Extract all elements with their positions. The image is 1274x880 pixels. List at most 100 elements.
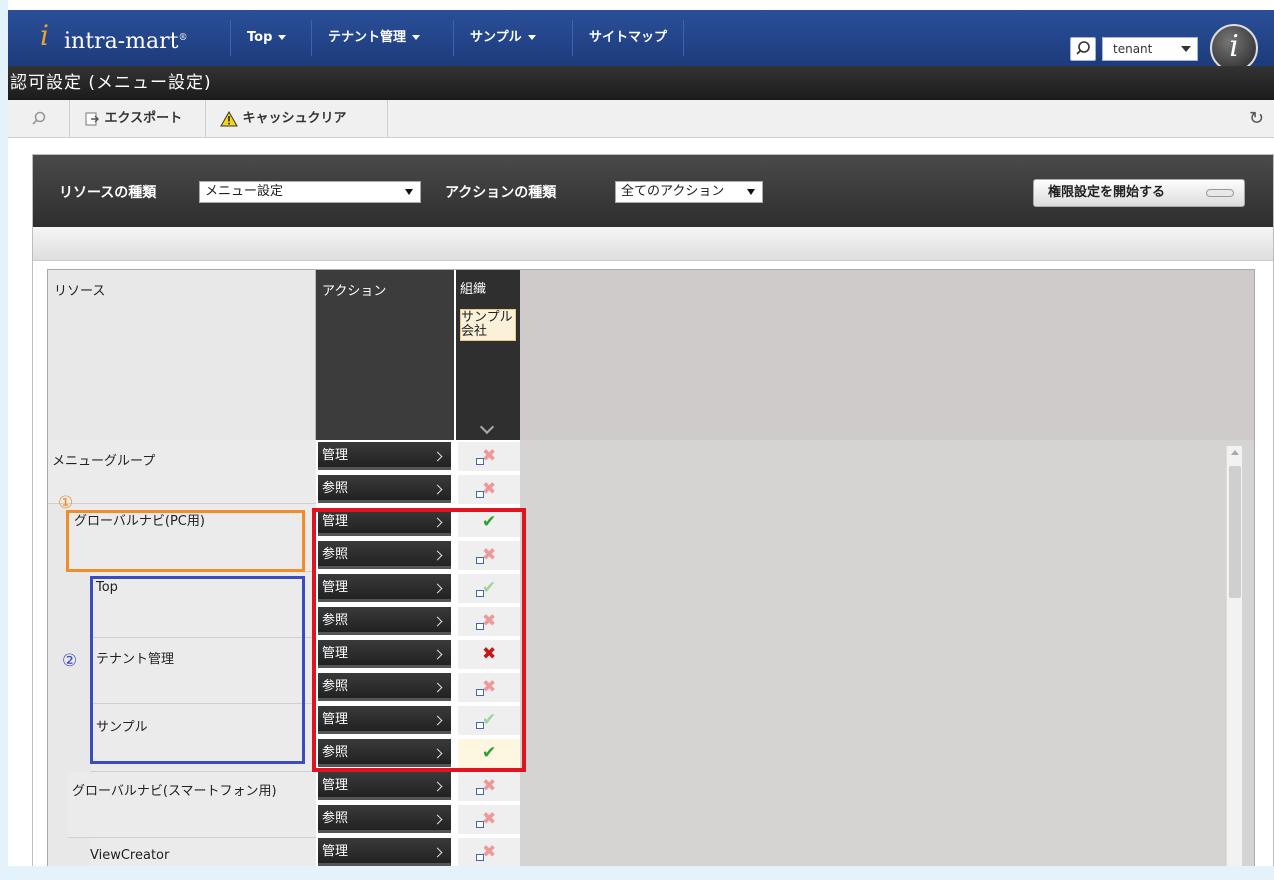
resource-row-tenant[interactable]: テナント管理 <box>90 638 316 704</box>
chevron-right-icon <box>432 649 443 660</box>
permission-cell[interactable]: ✖ <box>458 475 520 505</box>
action-manage-button[interactable]: 管理 <box>318 574 451 602</box>
permission-cell[interactable]: ✔ <box>458 706 520 736</box>
nav-item-tenant[interactable]: テナント管理 <box>311 20 436 56</box>
action-label: 管理 <box>322 448 349 463</box>
permission-cell[interactable]: ✖ <box>458 838 520 866</box>
action-manage-button[interactable]: 管理 <box>318 772 451 800</box>
chevron-right-icon <box>432 583 443 594</box>
permission-cell[interactable]: ✔ <box>458 574 520 604</box>
permission-cell[interactable]: ✖ <box>458 541 520 571</box>
resource-row-viewcreator[interactable]: ViewCreator <box>90 838 316 866</box>
deny-inherited-icon: ✖ <box>482 446 497 466</box>
inherited-icon <box>476 854 484 861</box>
chevron-down-icon[interactable] <box>479 419 495 435</box>
nav-item-sample-label: サンプル <box>470 30 522 45</box>
header-empty-area <box>520 270 1254 440</box>
action-view-button[interactable]: 参照 <box>318 541 451 569</box>
search-toggle-button[interactable] <box>8 100 70 137</box>
permission-cell[interactable]: ✖ <box>458 640 520 670</box>
dropdown-arrow-icon <box>405 189 413 195</box>
nav-item-top[interactable]: Top <box>230 20 302 56</box>
chevron-right-icon <box>432 781 443 792</box>
action-column: 管理 参照 管理 参照 管理 参照 管理 参照 管理 参照 管理 参照 管理 <box>316 440 454 866</box>
scrollbar-thumb[interactable] <box>1229 466 1241 598</box>
action-label: 参照 <box>322 547 349 562</box>
resource-type-select[interactable]: メニュー設定 <box>199 181 421 203</box>
permission-cell[interactable]: ✖ <box>458 607 520 637</box>
panel-header: リソースの種類 メニュー設定 アクションの種類 全てのアクション 権限設定を開始… <box>33 155 1273 227</box>
toggle-icon <box>1206 189 1234 197</box>
chevron-right-icon <box>432 847 443 858</box>
action-manage-button[interactable]: 管理 <box>318 706 451 734</box>
action-manage-button[interactable]: 管理 <box>318 640 451 668</box>
inherited-icon <box>476 557 484 564</box>
grid-empty-area <box>520 440 1254 866</box>
resource-row-global-navi-pc[interactable]: グローバルナビ(PC用) <box>68 504 316 572</box>
action-label: 参照 <box>322 745 349 760</box>
toolbar: エクスポート キャッシュクリア ↻ <box>8 100 1274 138</box>
action-view-button[interactable]: 参照 <box>318 475 451 503</box>
avatar[interactable]: i <box>1210 24 1258 72</box>
resource-type-label: リソースの種類 <box>59 185 157 201</box>
start-permission-setting-button[interactable]: 権限設定を開始する <box>1033 179 1245 207</box>
org-permission-column: ✖ ✖ ✔ ✖ ✔ ✖ ✖ ✖ ✔ ✔ ✖ ✖ ✖ <box>454 440 520 866</box>
page: i intra-mart® Top テナント管理 サンプル サイトマップ ten… <box>8 0 1274 866</box>
permission-cell[interactable]: ✖ <box>458 772 520 802</box>
search-button[interactable] <box>1070 37 1096 61</box>
refresh-icon[interactable]: ↻ <box>1249 110 1264 128</box>
cache-clear-label: キャッシュクリア <box>242 111 347 126</box>
resource-row-menu-group[interactable]: メニューグループ <box>48 440 316 504</box>
grant-check-icon: ✔ <box>482 512 497 532</box>
deny-inherited-icon: ✖ <box>482 479 497 499</box>
nav-item-sitemap-label: サイトマップ <box>589 30 668 45</box>
action-manage-button[interactable]: 管理 <box>318 442 451 470</box>
action-view-button[interactable]: 参照 <box>318 739 451 767</box>
start-permission-setting-label: 権限設定を開始する <box>1048 185 1166 200</box>
resource-label: ViewCreator <box>90 848 170 863</box>
annotation-number-2: ② <box>62 651 78 671</box>
action-manage-button[interactable]: 管理 <box>318 508 451 536</box>
org-column-header[interactable]: 組織 サンプル会社 <box>454 270 520 440</box>
action-label: 参照 <box>322 613 349 628</box>
action-label: 参照 <box>322 481 349 496</box>
nav-item-sample[interactable]: サンプル <box>453 20 552 56</box>
nav-item-tenant-label: テナント管理 <box>328 30 407 45</box>
action-view-button[interactable]: 参照 <box>318 805 451 833</box>
action-label: 管理 <box>322 580 349 595</box>
action-type-select[interactable]: 全てのアクション <box>615 181 763 203</box>
caret-down-icon <box>1181 46 1191 52</box>
permission-cell[interactable]: ✖ <box>458 673 520 703</box>
logo[interactable]: i intra-mart® <box>40 22 187 55</box>
deny-inherited-icon: ✖ <box>482 677 497 697</box>
action-type-label: アクションの種類 <box>445 185 557 201</box>
permission-cell[interactable]: ✖ <box>458 805 520 835</box>
action-view-button[interactable]: 参照 <box>318 673 451 701</box>
inherited-icon <box>476 788 484 795</box>
resource-row-sample[interactable]: サンプル <box>90 704 316 772</box>
resource-label: サンプル <box>96 720 148 735</box>
inherited-icon <box>476 722 484 729</box>
permission-cell[interactable]: ✔ <box>458 739 520 769</box>
org-group-label: 組織 <box>460 282 487 297</box>
caret-down-icon <box>412 35 421 40</box>
cache-clear-button[interactable]: キャッシュクリア <box>206 100 388 137</box>
nav-item-sitemap[interactable]: サイトマップ <box>572 20 685 56</box>
inherited-icon <box>476 623 484 630</box>
top-navbar: i intra-mart® Top テナント管理 サンプル サイトマップ ten… <box>8 10 1274 72</box>
user-name: tenant <box>1113 42 1153 56</box>
permission-cell[interactable]: ✖ <box>458 442 520 472</box>
resource-row-global-navi-sp[interactable]: グローバルナビ(スマートフォン用) <box>68 772 316 838</box>
permission-cell[interactable]: ✔ <box>458 508 520 538</box>
deny-inherited-icon: ✖ <box>482 809 497 829</box>
scroll-up-arrow-icon[interactable] <box>1231 450 1239 455</box>
action-view-button[interactable]: 参照 <box>318 607 451 635</box>
action-label: 管理 <box>322 514 349 529</box>
action-manage-button[interactable]: 管理 <box>318 838 451 866</box>
export-button[interactable]: エクスポート <box>70 100 206 137</box>
vertical-scrollbar[interactable] <box>1226 446 1242 866</box>
user-menu[interactable]: tenant <box>1102 37 1198 61</box>
deny-inherited-icon: ✖ <box>482 776 497 796</box>
resource-column-header: リソース <box>48 270 316 440</box>
resource-row-top[interactable]: Top <box>90 572 316 638</box>
